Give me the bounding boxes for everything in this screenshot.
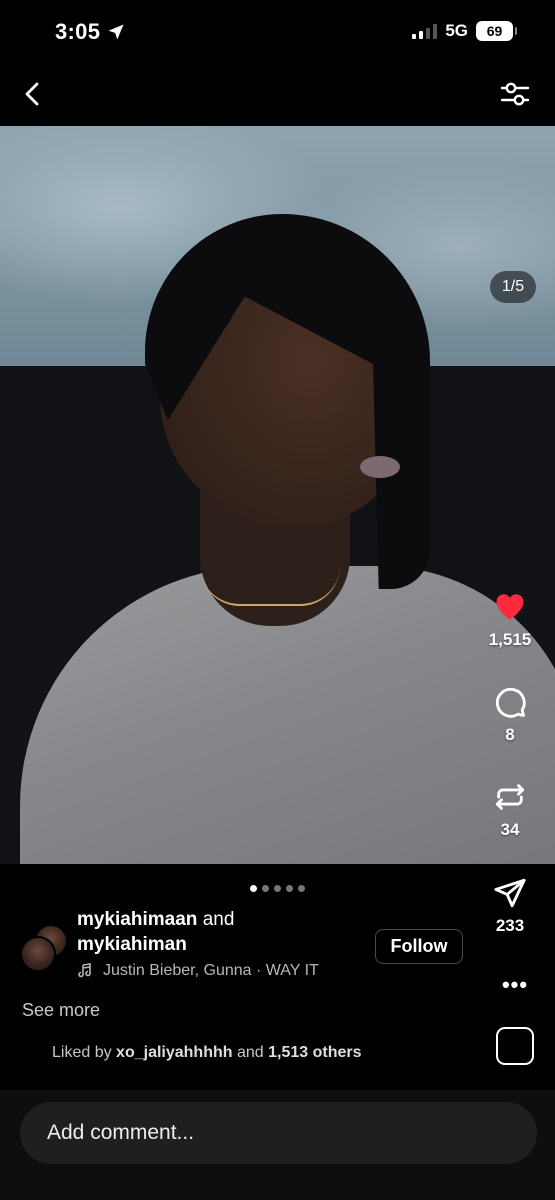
comment-action[interactable]: 8 [465,685,555,745]
liked-count[interactable]: 1,513 others [268,1044,361,1061]
carousel-dot [298,885,305,892]
liked-mid: and [236,1044,264,1061]
liked-prefix: Liked by [52,1044,112,1061]
author-connector: and [202,909,235,930]
collab-avatars[interactable] [20,924,72,974]
cellular-signal-icon [412,23,438,39]
status-indicators: 5G 69 [412,21,517,41]
music-note-icon [78,963,91,978]
comment-bubble-icon[interactable] [493,685,527,719]
carousel-dots [0,885,555,892]
liked-user[interactable]: xo_jaliyahhhhh [116,1044,232,1061]
location-arrow-icon [108,24,124,40]
status-time-text: 3:05 [55,19,101,44]
slide-counter-text: 1/5 [501,278,525,295]
photo-lips [360,456,400,478]
thumbnail-icon[interactable] [496,1027,534,1065]
carousel-dot [274,885,281,892]
like-action[interactable]: 1,515 [465,590,555,650]
carousel-dot [250,885,257,892]
comment-input[interactable] [20,1102,537,1164]
battery-level: 69 [486,23,503,39]
top-nav [0,66,555,126]
music-info[interactable]: Justin Bieber, Gunna · WAY IT [77,960,359,982]
network-type: 5G [445,21,468,40]
status-bar: 3:05 5G 69 [0,0,555,66]
author-username[interactable]: mykiahiman [77,934,187,955]
more-horizontal-icon[interactable]: ••• [497,974,533,998]
paper-plane-icon[interactable] [493,876,527,910]
chevron-left-icon[interactable] [18,78,46,110]
share-count: 233 [495,916,525,935]
liked-by[interactable]: Liked by xo_jaliyahhhhh and 1,513 others [52,1044,362,1062]
photo-necklace [200,566,340,606]
comment-bar [0,1090,555,1200]
heart-filled-icon[interactable] [493,590,527,624]
carousel-dot [262,885,269,892]
carousel-dot [286,885,293,892]
author-username[interactable]: mykiahimaan [77,909,197,930]
comment-count: 8 [505,725,515,744]
status-time: 3:05 [55,19,126,45]
sliders-icon[interactable] [499,78,531,110]
repost-count: 34 [500,820,520,839]
battery-icon: 69 [476,21,517,41]
post-photo[interactable]: 1/5 [0,126,555,864]
avatar[interactable] [20,936,56,972]
repost-action[interactable]: 34 [465,780,555,840]
like-count: 1,515 [488,630,532,649]
music-track: Justin Bieber, Gunna · WAY IT [103,962,319,979]
slide-counter: 1/5 [490,271,536,303]
follow-button[interactable]: Follow [375,929,463,964]
post-authors: mykiahimaan and mykiahiman [77,907,367,957]
repost-icon[interactable] [493,780,527,814]
see-more-link[interactable]: See more [22,1000,100,1021]
